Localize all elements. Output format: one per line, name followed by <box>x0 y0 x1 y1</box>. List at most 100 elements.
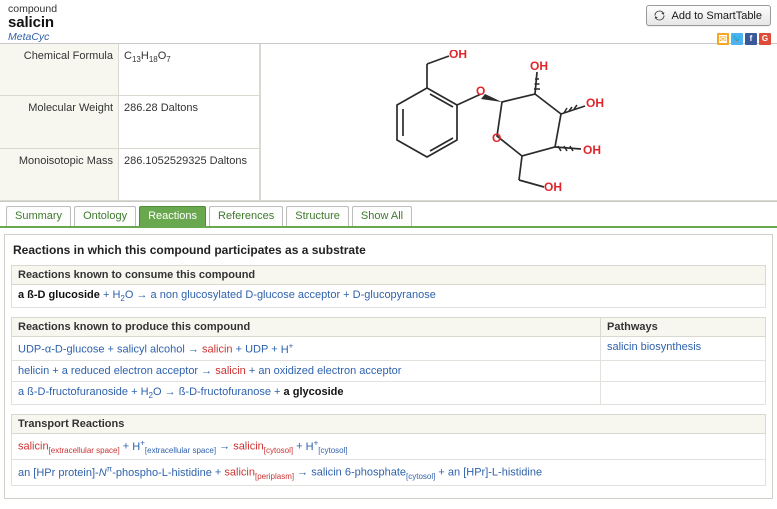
table-row: Molecular Weight 286.28 Daltons <box>0 95 260 149</box>
reaction-term[interactable]: H+ <box>132 438 145 453</box>
plus-sign: + <box>271 385 284 398</box>
plus-sign: + <box>211 466 225 479</box>
reactions-consume-table: Reactions known to consume this compound… <box>11 265 766 309</box>
plus-sign: + <box>245 364 259 377</box>
column-header-pathways: Pathways <box>600 317 766 338</box>
reaction-term[interactable]: a non glucosylated D-glucose acceptor <box>151 289 341 301</box>
plus-sign: + <box>99 289 113 301</box>
salicin-structure-diagram: OH OH OH OH OH O O <box>396 50 604 194</box>
add-to-smarttable-label: Add to SmartTable <box>671 9 763 22</box>
compound-info-area: Chemical Formula C13H18O7 Molecular Weig… <box>0 44 777 202</box>
table-row: salicin[extracellular space] + H+[extrac… <box>11 433 766 460</box>
structure-label-oh: OH <box>544 180 562 194</box>
plus-sign: + <box>104 343 117 356</box>
smarttable-icon <box>653 10 665 21</box>
property-label-molecular-weight: Molecular Weight <box>0 95 119 149</box>
reaction-term[interactable]: UDP-α-D-glucose <box>18 344 104 356</box>
compartment-label: [cytosol] <box>318 445 348 455</box>
email-share-icon[interactable]: ✉ <box>717 33 729 45</box>
plus-sign: + <box>293 440 306 453</box>
tab-summary[interactable]: Summary <box>6 206 72 226</box>
structure-label-oh: OH <box>449 50 467 61</box>
transport-reactions-table: Transport Reactions salicin[extracellula… <box>11 414 766 486</box>
table-header-row: Reactions known to consume this compound <box>11 265 766 285</box>
section-heading-consume: Reactions known to consume this compound <box>11 265 766 285</box>
plus-sign: + <box>435 466 448 479</box>
reaction-term[interactable]: H2O <box>141 386 162 400</box>
reaction-term[interactable]: a ß-D glucoside <box>18 289 100 301</box>
compartment-label: [extracellular space] <box>144 445 217 455</box>
reaction-equation[interactable]: a ß-D glucoside + H2O → a non glucosylat… <box>11 283 766 309</box>
structure-panel: OH OH OH OH OH O O <box>260 44 777 201</box>
reaction-equation[interactable]: a ß-D-fructofuranoside + H2O → ß-D-fruct… <box>11 380 601 406</box>
structure-label-oh: OH <box>530 59 548 73</box>
reaction-term[interactable]: a reduced electron acceptor <box>62 365 198 377</box>
property-label-chemical-formula: Chemical Formula <box>0 44 119 97</box>
tab-show-all[interactable]: Show All <box>351 206 413 226</box>
compartment-label: [extracellular space] <box>48 445 120 455</box>
reaction-term[interactable]: an [HPr protein]-Nπ-phospho-L-histidine <box>18 464 212 479</box>
social-share-group: ✉ 🐦 f G <box>717 33 771 45</box>
reaction-term[interactable]: salicin 6-phosphate <box>311 467 406 479</box>
reaction-equation[interactable]: salicin[extracellular space] + H+[extrac… <box>11 433 766 460</box>
reaction-term[interactable]: a glycoside <box>284 386 344 398</box>
plus-sign: + <box>232 343 246 356</box>
structure-label-o: O <box>476 84 485 98</box>
page-header: compound salicin MetaCyc Add to SmartTab… <box>0 0 777 45</box>
structure-label-o: O <box>492 131 501 145</box>
reaction-term[interactable]: H+ <box>306 438 319 453</box>
pathway-cell[interactable]: salicin biosynthesis <box>600 336 766 361</box>
pathway-cell <box>600 359 766 382</box>
reaction-term-salicin[interactable]: salicin <box>18 441 49 453</box>
reaction-term-salicin[interactable]: salicin <box>224 467 255 479</box>
arrow-sign: → <box>216 440 234 453</box>
pathway-link[interactable]: salicin biosynthesis <box>607 341 701 353</box>
reaction-term[interactable]: salicyl alcohol <box>117 344 185 356</box>
reaction-term-salicin[interactable]: salicin <box>215 365 246 377</box>
reaction-term[interactable]: a ß-D-fructofuranoside <box>18 386 128 398</box>
add-to-smarttable-button[interactable]: Add to SmartTable <box>645 5 771 26</box>
tab-structure[interactable]: Structure <box>286 206 349 226</box>
table-row: helicin + a reduced electron acceptor → … <box>11 359 766 382</box>
reaction-term-salicin[interactable]: salicin <box>233 441 264 453</box>
googleplus-share-icon[interactable]: G <box>759 33 771 45</box>
reaction-term[interactable]: an [HPr]-L-histidine <box>448 467 542 479</box>
plus-sign: + <box>128 385 141 398</box>
pathway-cell <box>600 380 766 406</box>
table-header-row: Reactions known to produce this compound… <box>11 317 766 338</box>
compartment-label: [cytosol] <box>406 471 436 481</box>
property-value-chemical-formula: C13H18O7 <box>118 44 260 97</box>
reaction-equation[interactable]: helicin + a reduced electron acceptor → … <box>11 359 601 382</box>
table-row: a ß-D-fructofuranoside + H2O → ß-D-fruct… <box>11 380 766 406</box>
facebook-share-icon[interactable]: f <box>745 33 757 45</box>
properties-table: Chemical Formula C13H18O7 Molecular Weig… <box>0 44 260 202</box>
reaction-equation[interactable]: an [HPr protein]-Nπ-phospho-L-histidine … <box>11 458 766 486</box>
arrow-sign: → <box>133 289 151 301</box>
table-row: UDP-α-D-glucose + salicyl alcohol → sali… <box>11 336 766 361</box>
table-row: a ß-D glucoside + H2O → a non glucosylat… <box>11 283 766 309</box>
reaction-term[interactable]: UDP <box>245 344 268 356</box>
reaction-term-salicin[interactable]: salicin <box>202 344 233 356</box>
arrow-sign: → <box>184 343 202 356</box>
arrow-sign: → <box>161 385 179 398</box>
structure-label-oh: OH <box>586 96 604 110</box>
tab-reactions[interactable]: Reactions <box>139 206 207 226</box>
property-label-monoisotopic-mass: Monoisotopic Mass <box>0 147 119 202</box>
reaction-term[interactable]: H2O <box>112 289 133 303</box>
reaction-equation[interactable]: UDP-α-D-glucose + salicyl alcohol → sali… <box>11 336 601 361</box>
plus-sign: + <box>49 364 62 377</box>
reactions-panel: Reactions in which this compound partici… <box>4 234 773 499</box>
reaction-term[interactable]: D-glucopyranose <box>353 289 436 301</box>
plus-sign: + <box>268 343 281 356</box>
tab-references[interactable]: References <box>209 206 284 226</box>
tab-ontology[interactable]: Ontology <box>74 206 137 226</box>
reaction-term[interactable]: an oxidized electron acceptor <box>258 365 401 377</box>
section-heading-transport: Transport Reactions <box>11 414 766 435</box>
reaction-term[interactable]: H+ <box>281 341 294 356</box>
database-link[interactable]: MetaCyc <box>8 31 777 44</box>
compartment-label: [cytosol] <box>263 445 294 455</box>
twitter-share-icon[interactable]: 🐦 <box>731 33 743 45</box>
reaction-term[interactable]: helicin <box>18 365 49 377</box>
reaction-term[interactable]: ß-D-fructofuranose <box>179 386 271 398</box>
arrow-sign: → <box>198 364 216 377</box>
